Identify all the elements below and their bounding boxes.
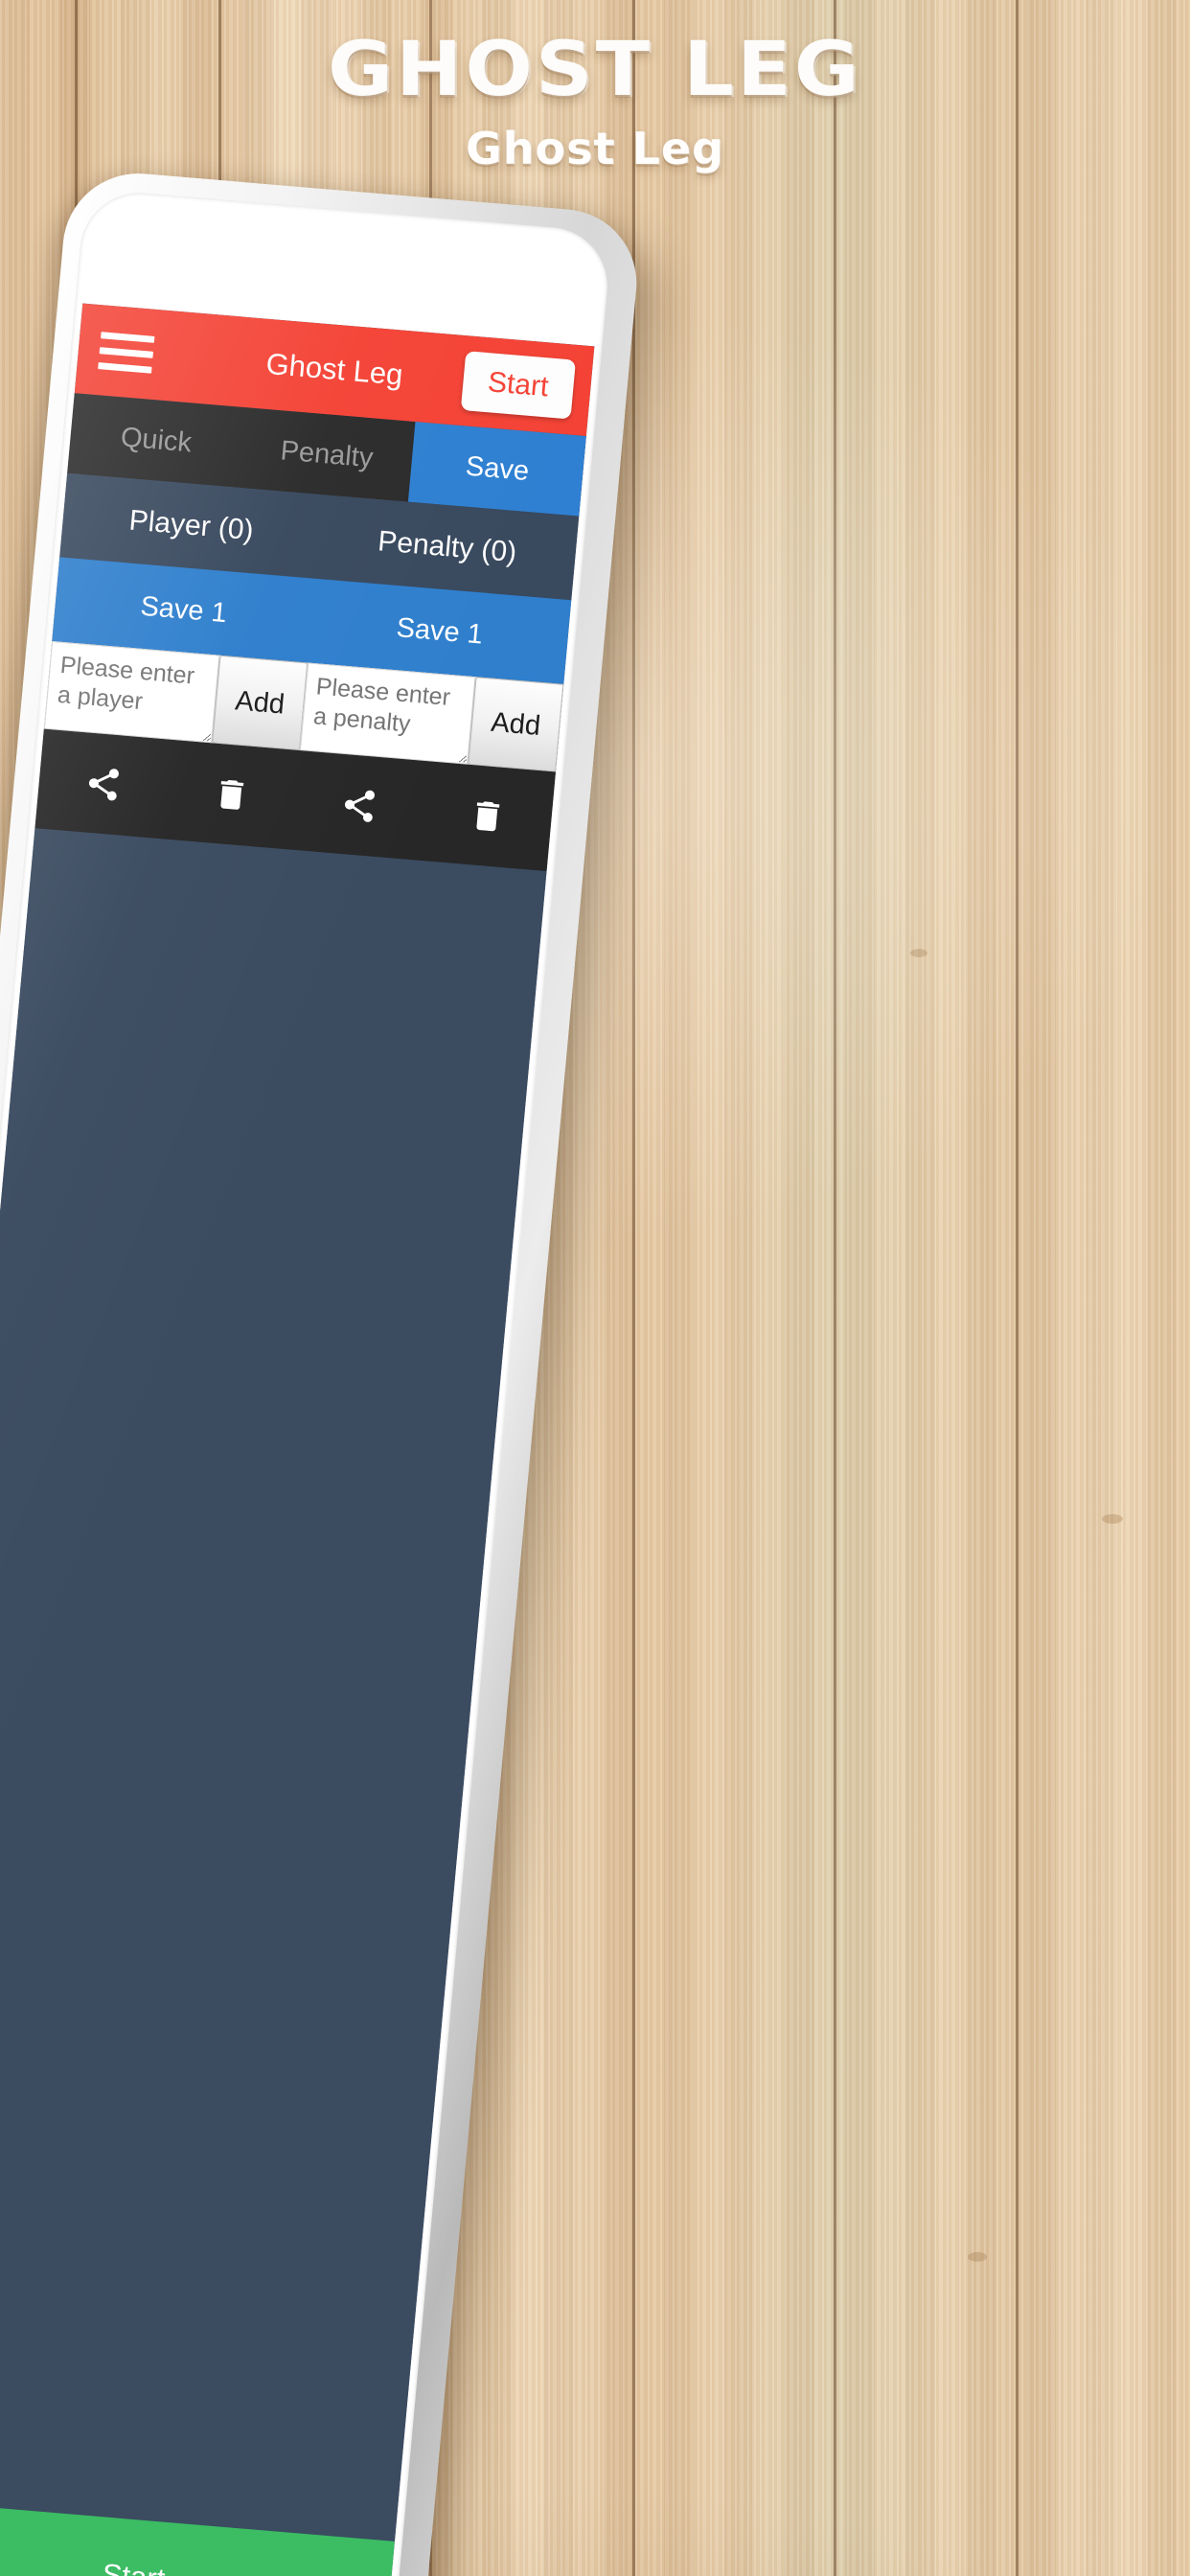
wood-knot — [968, 2252, 987, 2262]
player-input[interactable] — [43, 641, 220, 744]
hamburger-bar — [101, 331, 155, 343]
promo-subheadline: Ghost Leg — [466, 123, 724, 174]
wood-knot — [910, 949, 927, 957]
tab-save[interactable]: Save — [408, 422, 586, 517]
share-icon — [345, 790, 375, 822]
wood-knot — [1102, 1514, 1123, 1524]
hamburger-menu-icon[interactable] — [97, 323, 155, 380]
appbar-start-button[interactable]: Start — [460, 351, 577, 420]
promo-header: GHOST LEG Ghost Leg — [0, 33, 1190, 174]
add-penalty-button[interactable]: Add — [468, 677, 564, 772]
delete-penalty-button[interactable] — [422, 792, 553, 840]
tab-penalty[interactable]: Penalty — [238, 407, 416, 502]
penalty-input[interactable] — [299, 662, 476, 765]
share-player-button[interactable] — [37, 760, 169, 809]
share-penalty-button[interactable] — [293, 781, 424, 830]
share-icon — [88, 769, 119, 801]
tab-quick[interactable]: Quick — [67, 393, 245, 488]
promo-headline: GHOST LEG — [328, 27, 862, 113]
hamburger-bar — [99, 346, 154, 358]
add-player-button[interactable]: Add — [212, 655, 309, 751]
delete-icon — [476, 801, 500, 832]
hamburger-bar — [98, 361, 152, 374]
delete-player-button[interactable] — [166, 770, 297, 819]
delete-icon — [220, 779, 244, 810]
